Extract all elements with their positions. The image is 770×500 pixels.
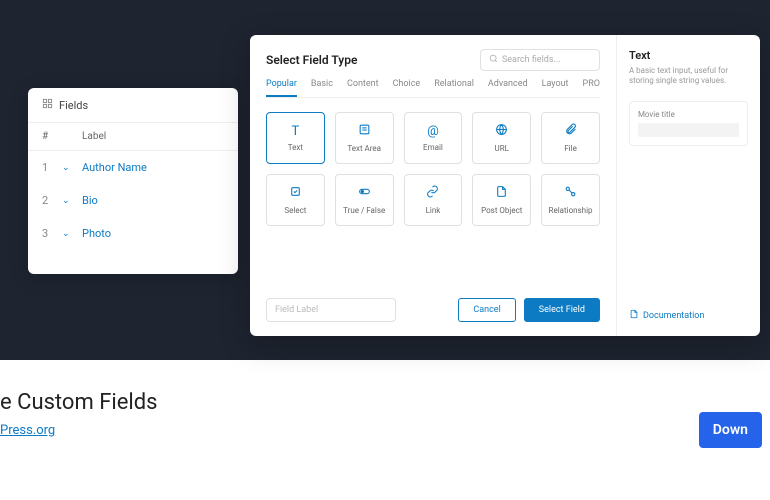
field-type-label: Post Object	[481, 206, 522, 215]
email-icon: @	[427, 124, 439, 139]
preview-input	[638, 123, 739, 137]
fields-panel: Fields # Label 1 ⌄ Author Name 2 ⌄ Bio 3…	[28, 88, 238, 274]
field-type-modal: Select Field Type Search fields... Popul…	[250, 35, 760, 336]
field-type-label: File	[564, 144, 577, 153]
cancel-button[interactable]: Cancel	[458, 298, 515, 322]
fields-panel-header: Fields	[28, 88, 238, 123]
link-icon	[426, 185, 439, 202]
field-type-label: Text	[288, 143, 303, 152]
textarea-icon	[358, 123, 371, 140]
preview-field-label: Movie title	[638, 110, 739, 119]
field-type-link[interactable]: Link	[404, 174, 463, 226]
field-type-label: Text Area	[347, 144, 381, 153]
table-row[interactable]: 2 ⌄ Bio	[28, 184, 238, 217]
tab-basic[interactable]: Basic	[311, 79, 333, 97]
field-type-truefalse[interactable]: True / False	[335, 174, 394, 226]
globe-icon	[495, 123, 508, 140]
chevron-down-icon[interactable]: ⌄	[62, 196, 82, 206]
document-icon	[495, 185, 508, 202]
row-label[interactable]: Author Name	[82, 161, 147, 174]
column-label-header: Label	[82, 131, 106, 142]
field-type-select[interactable]: Select	[266, 174, 325, 226]
documentation-link[interactable]: Documentation	[629, 309, 748, 322]
preview-box: Movie title	[629, 101, 748, 146]
select-icon	[289, 185, 302, 202]
select-field-button[interactable]: Select Field	[524, 298, 600, 322]
tabs: Popular Basic Content Choice Relational …	[266, 79, 600, 98]
text-icon: T	[292, 124, 300, 139]
search-placeholder: Search fields...	[502, 55, 561, 65]
tab-content[interactable]: Content	[347, 79, 379, 97]
field-type-label: Relationship	[549, 206, 593, 215]
toggle-icon	[358, 185, 371, 202]
field-type-textarea[interactable]: Text Area	[335, 112, 394, 164]
download-button[interactable]: Down	[699, 412, 762, 448]
chevron-down-icon[interactable]: ⌄	[62, 229, 82, 239]
field-type-file[interactable]: File	[541, 112, 600, 164]
field-type-postobject[interactable]: Post Object	[472, 174, 531, 226]
fields-table-header: # Label	[28, 123, 238, 151]
row-number: 1	[42, 161, 62, 174]
table-row[interactable]: 1 ⌄ Author Name	[28, 151, 238, 184]
fields-icon	[42, 98, 53, 112]
page-bottom: e Custom Fields Press.org Down	[0, 360, 770, 448]
field-type-email[interactable]: @ Email	[404, 112, 463, 164]
row-label[interactable]: Bio	[82, 194, 98, 207]
field-label-input[interactable]: Field Label	[266, 298, 396, 322]
tab-pro[interactable]: PRO	[583, 79, 600, 97]
preview-title: Text	[629, 49, 748, 62]
tab-popular[interactable]: Popular	[266, 79, 297, 97]
document-icon	[629, 309, 639, 322]
search-input[interactable]: Search fields...	[480, 49, 600, 71]
field-type-label: Select	[284, 206, 306, 215]
row-number: 2	[42, 194, 62, 207]
field-type-url[interactable]: URL	[472, 112, 531, 164]
fields-panel-title: Fields	[59, 99, 88, 112]
paperclip-icon	[564, 123, 577, 140]
tab-advanced[interactable]: Advanced	[488, 79, 528, 97]
column-num-header: #	[42, 131, 62, 142]
row-label[interactable]: Photo	[82, 227, 111, 240]
source-link[interactable]: Press.org	[0, 423, 55, 438]
tab-choice[interactable]: Choice	[393, 79, 421, 97]
field-type-label: Email	[423, 143, 443, 152]
row-number: 3	[42, 227, 62, 240]
chevron-down-icon[interactable]: ⌄	[62, 163, 82, 173]
search-icon	[489, 54, 498, 66]
table-row[interactable]: 3 ⌄ Photo	[28, 217, 238, 250]
modal-title: Select Field Type	[266, 53, 357, 67]
preview-description: A basic text input, useful for storing s…	[629, 66, 748, 87]
field-type-text[interactable]: T Text	[266, 112, 325, 164]
field-type-label: URL	[495, 144, 509, 153]
tab-relational[interactable]: Relational	[434, 79, 474, 97]
field-type-label: Link	[426, 206, 441, 215]
field-type-relationship[interactable]: Relationship	[541, 174, 600, 226]
tab-layout[interactable]: Layout	[542, 79, 569, 97]
page-title: e Custom Fields	[0, 390, 158, 415]
field-type-label: True / False	[343, 206, 385, 215]
field-type-preview: Text A basic text input, useful for stor…	[617, 35, 760, 336]
relationship-icon	[564, 185, 577, 202]
